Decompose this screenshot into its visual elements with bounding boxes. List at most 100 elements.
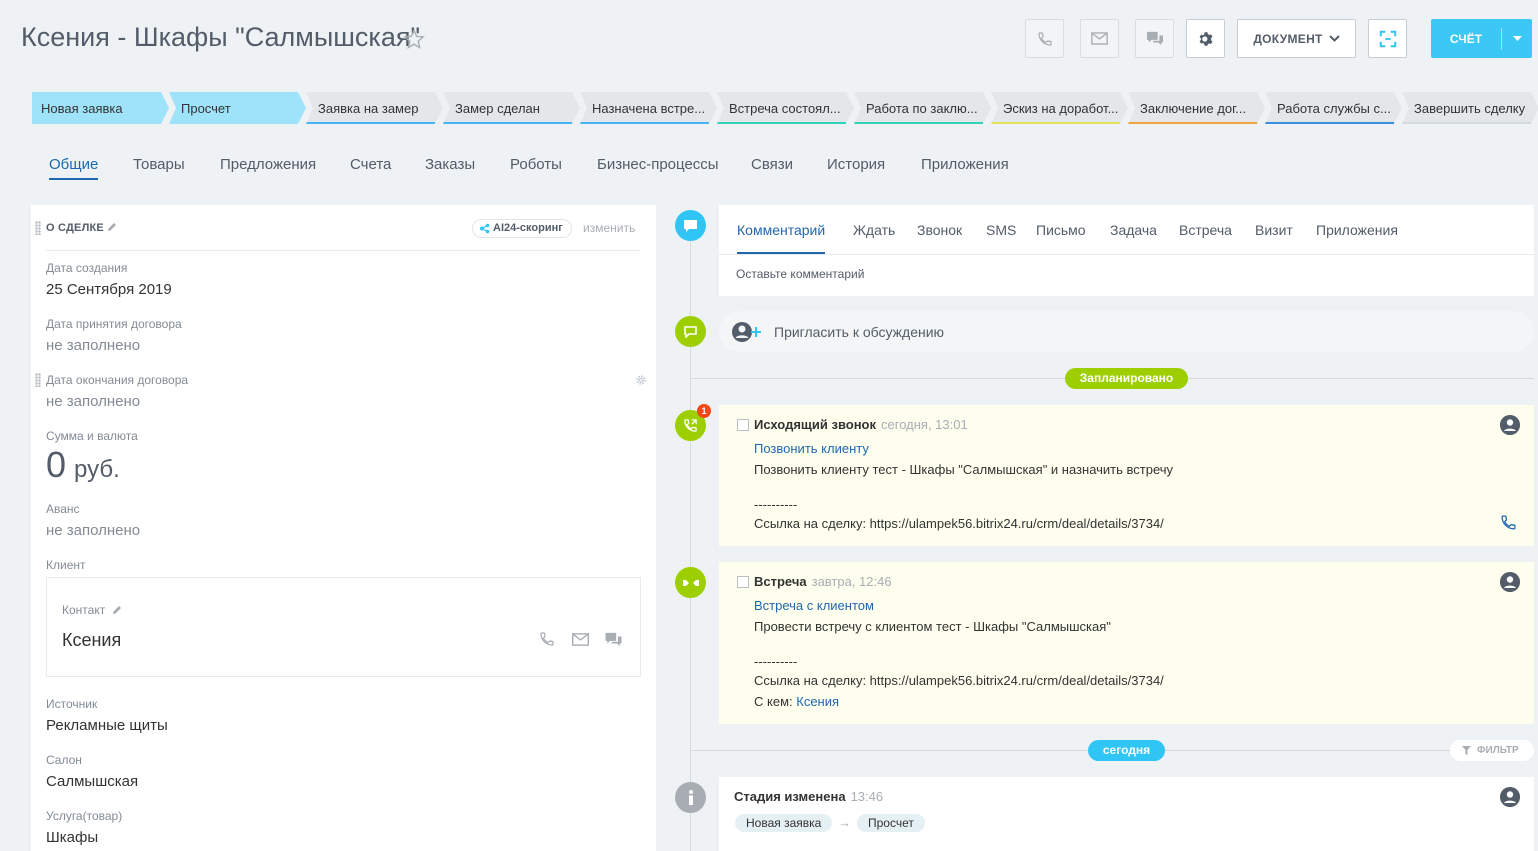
settings-button[interactable]	[1186, 19, 1225, 58]
chat-icon[interactable]	[604, 632, 623, 648]
stage-change-card: Стадия изменена 13:46 Новая заявка → Прос…	[719, 777, 1534, 851]
document-button[interactable]: ДОКУМЕНТ	[1237, 19, 1356, 58]
stage-11[interactable]: Завершить сделку	[1402, 92, 1538, 124]
call-time: сегодня, 13:01	[881, 417, 968, 432]
stage-change-title: Стадия изменена 13:46	[734, 789, 883, 804]
tab-1[interactable]: Общие	[49, 156, 99, 180]
stage-label: Назначена встре...	[592, 101, 706, 116]
end-value[interactable]: не заполнено	[46, 393, 140, 410]
bill-button[interactable]: СЧЁТ	[1431, 19, 1532, 58]
comment-tab-7[interactable]: Встреча	[1179, 222, 1232, 238]
comment-tab-8[interactable]: Визит	[1255, 222, 1293, 238]
stage-label: Замер сделан	[455, 101, 540, 116]
comment-tab-9[interactable]: Приложения	[1316, 222, 1398, 238]
change-link[interactable]: изменить	[583, 221, 635, 235]
user-avatar-icon[interactable]	[1500, 572, 1520, 592]
filter-button[interactable]: ФИЛЬТР	[1450, 740, 1534, 761]
tab-9[interactable]: История	[827, 156, 885, 173]
tab-2[interactable]: Товары	[133, 156, 185, 173]
tab-6[interactable]: Роботы	[510, 156, 562, 173]
stage-5[interactable]: Назначена встре...	[580, 92, 717, 124]
comment-tab-6[interactable]: Задача	[1110, 222, 1157, 238]
stage-2[interactable]: Просчет	[169, 92, 306, 124]
advance-label: Аванс	[46, 502, 80, 516]
comment-tab-4[interactable]: SMS	[986, 222, 1016, 238]
pencil-icon[interactable]	[112, 605, 122, 615]
filter-label: ФИЛЬТР	[1477, 745, 1519, 756]
advance-value[interactable]: не заполнено	[46, 522, 140, 539]
user-avatar-icon[interactable]	[1500, 415, 1520, 435]
about-deal-panel: О СДЕЛКЕ AI24-скоринг изменить Дата созд…	[31, 205, 656, 851]
meeting-time: завтра, 12:46	[811, 574, 892, 589]
user-avatar-icon[interactable]	[1500, 787, 1520, 807]
star-icon[interactable]	[403, 28, 425, 50]
stage-progress-bar: Новая заявка Просчет Заявка на замер Замер …	[32, 92, 1538, 124]
bill-dropdown[interactable]	[1502, 36, 1532, 41]
fullscreen-button[interactable]	[1368, 19, 1407, 58]
tab-5[interactable]: Заказы	[425, 156, 475, 173]
invite-bar[interactable]: Пригласить к обсуждению	[719, 311, 1534, 352]
tab-10[interactable]: Приложения	[921, 156, 1009, 173]
meeting-activity-card: Встреча завтра, 12:46 Встреча с клиентом …	[719, 562, 1534, 724]
about-deal-title: О СДЕЛКЕ	[46, 222, 104, 234]
envelope-icon	[1091, 32, 1108, 45]
drag-handle-icon[interactable]	[35, 221, 41, 235]
stage-8[interactable]: Эскиз на доработ...	[991, 92, 1128, 124]
chevron-down-icon	[1328, 35, 1340, 42]
ai-scoring-badge[interactable]: AI24-скоринг	[472, 219, 572, 238]
phone-icon[interactable]	[1500, 514, 1517, 531]
service-value: Шкафы	[46, 829, 99, 846]
comment-tab-1[interactable]: Комментарий	[737, 222, 826, 254]
stage-6[interactable]: Встреча состоял...	[717, 92, 854, 124]
tab-3[interactable]: Предложения	[220, 156, 316, 173]
call-button[interactable]	[1025, 19, 1064, 58]
drag-handle-icon[interactable]	[35, 373, 41, 387]
comment-tab-5[interactable]: Письмо	[1036, 222, 1086, 238]
complete-checkbox[interactable]	[737, 576, 749, 588]
chat-icon	[684, 325, 697, 338]
contact-name[interactable]: Ксения	[62, 630, 121, 651]
email-button[interactable]	[1080, 19, 1119, 58]
chat-button[interactable]	[1135, 19, 1174, 58]
stage-10[interactable]: Работа службы с...	[1265, 92, 1402, 124]
stage-3[interactable]: Заявка на замер	[306, 92, 443, 124]
meeting-divider: ----------	[754, 654, 798, 669]
stage-label: Завершить сделку	[1414, 101, 1526, 116]
stage-color-bar	[443, 122, 572, 124]
notification-badge: 1	[697, 404, 711, 418]
meeting-with-name[interactable]: Ксения	[796, 694, 839, 709]
gear-icon[interactable]	[635, 374, 647, 386]
call-title-text: Исходящий звонок	[754, 417, 877, 432]
document-label: ДОКУМЕНТ	[1253, 31, 1323, 46]
stage-4[interactable]: Замер сделан	[443, 92, 580, 124]
call-divider: ----------	[754, 497, 798, 512]
stage-1[interactable]: Новая заявка	[32, 92, 169, 124]
bill-label: СЧЁТ	[1449, 31, 1483, 46]
meeting-link[interactable]: Встреча с клиентом	[754, 598, 874, 613]
page-title: Ксения - Шкафы "Салмышская"	[21, 22, 421, 52]
stage-label: Просчет	[181, 101, 231, 116]
handshake-icon	[682, 579, 699, 586]
call-link[interactable]: Позвонить клиенту	[754, 441, 869, 456]
comment-tab-3[interactable]: Звонок	[917, 222, 962, 238]
phone-icon[interactable]	[539, 631, 555, 647]
comment-tabs: Комментарий Ждать Звонок SMS Письмо Задача Вст…	[737, 222, 1517, 254]
ai-scoring-label: AI24-скоринг	[493, 222, 563, 234]
stage-color-bar	[717, 122, 846, 124]
stage-7[interactable]: Работа по заклю...	[854, 92, 991, 124]
accepted-value[interactable]: не заполнено	[46, 337, 140, 354]
pencil-icon[interactable]	[107, 222, 117, 232]
comment-input[interactable]: Оставьте комментарий	[736, 267, 864, 281]
comment-tab-2[interactable]: Ждать	[853, 222, 895, 238]
tab-8[interactable]: Связи	[751, 156, 793, 173]
stage-color-bar	[1402, 122, 1531, 124]
stage-9[interactable]: Заключение дог...	[1128, 92, 1265, 124]
currency: руб.	[74, 456, 120, 483]
source-label: Источник	[46, 697, 98, 711]
envelope-icon[interactable]	[571, 633, 590, 646]
complete-checkbox[interactable]	[737, 419, 749, 431]
sum-label: Сумма и валюта	[46, 429, 138, 443]
stage-label: Заключение дог...	[1140, 101, 1247, 116]
tab-7[interactable]: Бизнес-процессы	[597, 156, 719, 173]
tab-4[interactable]: Счета	[350, 156, 391, 173]
